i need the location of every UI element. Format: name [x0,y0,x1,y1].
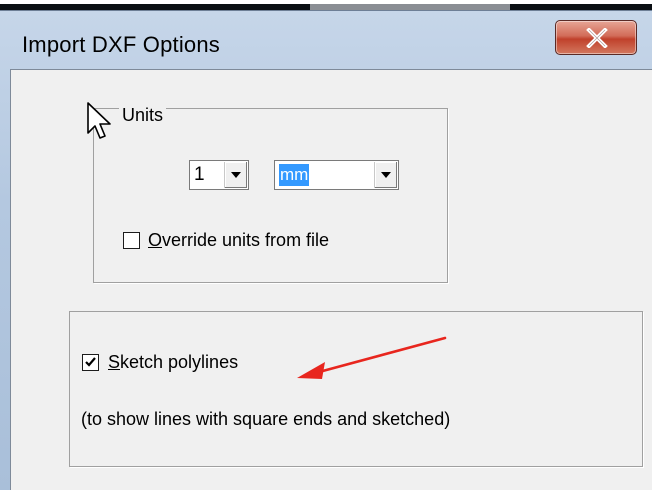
quantity-dropdown-button[interactable] [224,162,247,188]
chevron-down-icon [381,172,391,178]
title-bar[interactable]: Import DXF Options [0,11,652,69]
sketch-polylines-label-rest: ketch polylines [120,352,239,372]
unit-quantity-value: 1 [194,164,205,185]
override-units-label-rest: verride units from file [162,230,330,250]
close-x-icon [586,28,608,48]
override-units-mnemonic: O [148,230,163,250]
unit-value: mm [279,164,310,186]
sketch-polylines-checkbox[interactable] [82,354,99,371]
sketch-polylines-label[interactable]: Sketch polylines [108,352,238,373]
import-dxf-dialog: Import DXF Options Units 1 mm Override u… [0,10,652,490]
background-strip [0,0,652,10]
dialog-title: Import DXF Options [22,32,220,57]
units-group [93,108,448,283]
checkmark-icon [85,357,96,367]
dialog-body: Units 1 mm Override units from file Sket… [10,69,652,490]
unit-select[interactable]: mm [274,160,399,190]
close-button[interactable] [555,20,637,55]
chevron-down-icon [231,172,241,178]
override-units-label[interactable]: Override units from file [148,230,329,251]
override-units-checkbox[interactable] [123,232,140,249]
sketch-polylines-mnemonic: S [108,352,121,372]
red-arrow-icon [297,336,447,379]
sketch-polylines-hint: (to show lines with square ends and sket… [81,409,451,429]
units-group-legend: Units [119,105,167,126]
unit-quantity-select[interactable]: 1 [189,160,249,190]
unit-dropdown-button[interactable] [374,162,397,188]
mouse-pointer-icon [87,102,111,139]
